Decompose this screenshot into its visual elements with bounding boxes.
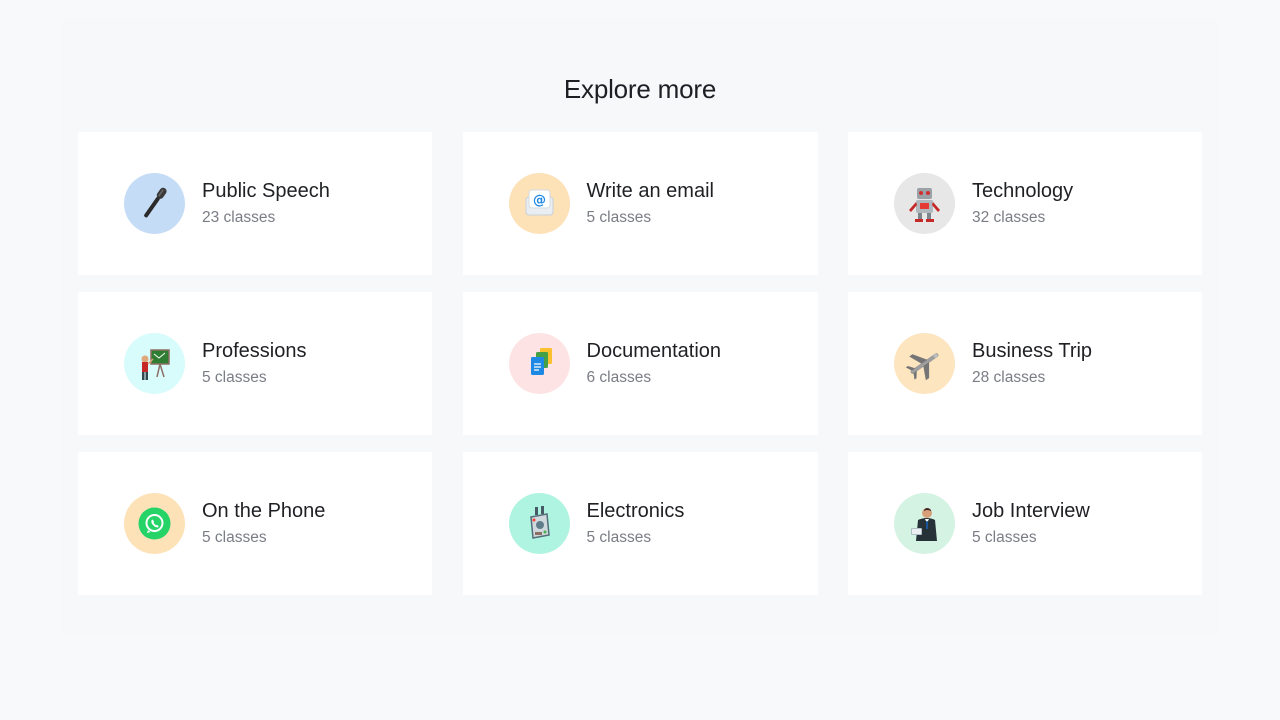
card-class-count: 5 classes — [586, 529, 652, 546]
card-class-count: 5 classes — [972, 529, 1037, 546]
section-title: Explore more — [563, 74, 717, 104]
category-card-write-an-email[interactable]: @ Write an email 5 classes — [462, 132, 818, 275]
card-title: On the Phone — [202, 500, 326, 522]
category-card-on-the-phone[interactable]: On the Phone 5 classes — [78, 452, 432, 595]
email-icon: @ — [508, 173, 570, 234]
card-title: Professions — [202, 340, 307, 362]
businessman-icon — [894, 493, 955, 554]
card-class-count: 28 classes — [972, 369, 1046, 386]
category-card-technology[interactable]: Technology 32 classes — [848, 132, 1202, 275]
svg-text:@: @ — [533, 193, 546, 208]
card-title: Electronics — [586, 500, 685, 522]
card-title: Technology — [972, 180, 1074, 202]
card-title: Public Speech — [202, 180, 330, 202]
category-card-documentation[interactable]: Documentation 6 classes — [462, 292, 818, 435]
category-card-business-trip[interactable]: Business Trip 28 classes — [848, 292, 1202, 435]
card-title: Business Trip — [972, 340, 1093, 362]
card-title: Job Interview — [972, 500, 1090, 522]
whatsapp-icon — [124, 493, 185, 554]
card-title: Documentation — [586, 340, 722, 362]
category-grid: Public Speech 23 classes @ Write an emai… — [78, 132, 1202, 595]
robot-icon — [894, 173, 955, 234]
category-card-job-interview[interactable]: Job Interview 5 classes — [848, 452, 1202, 595]
teacher-icon — [124, 333, 185, 394]
card-class-count: 5 classes — [202, 529, 267, 546]
category-card-electronics[interactable]: Electronics 5 classes — [462, 452, 818, 595]
microphone-icon — [124, 173, 185, 234]
card-class-count: 5 classes — [586, 209, 652, 226]
card-class-count: 32 classes — [972, 209, 1046, 226]
documents-icon — [508, 333, 570, 394]
card-class-count: 5 classes — [202, 369, 267, 386]
card-title: Write an email — [586, 180, 714, 202]
airplane-icon — [894, 333, 955, 394]
gadget-icon — [508, 493, 570, 554]
category-card-professions[interactable]: Professions 5 classes — [78, 292, 432, 435]
card-class-count: 23 classes — [202, 209, 276, 226]
category-card-public-speech[interactable]: Public Speech 23 classes — [78, 132, 432, 275]
card-class-count: 6 classes — [586, 369, 652, 386]
